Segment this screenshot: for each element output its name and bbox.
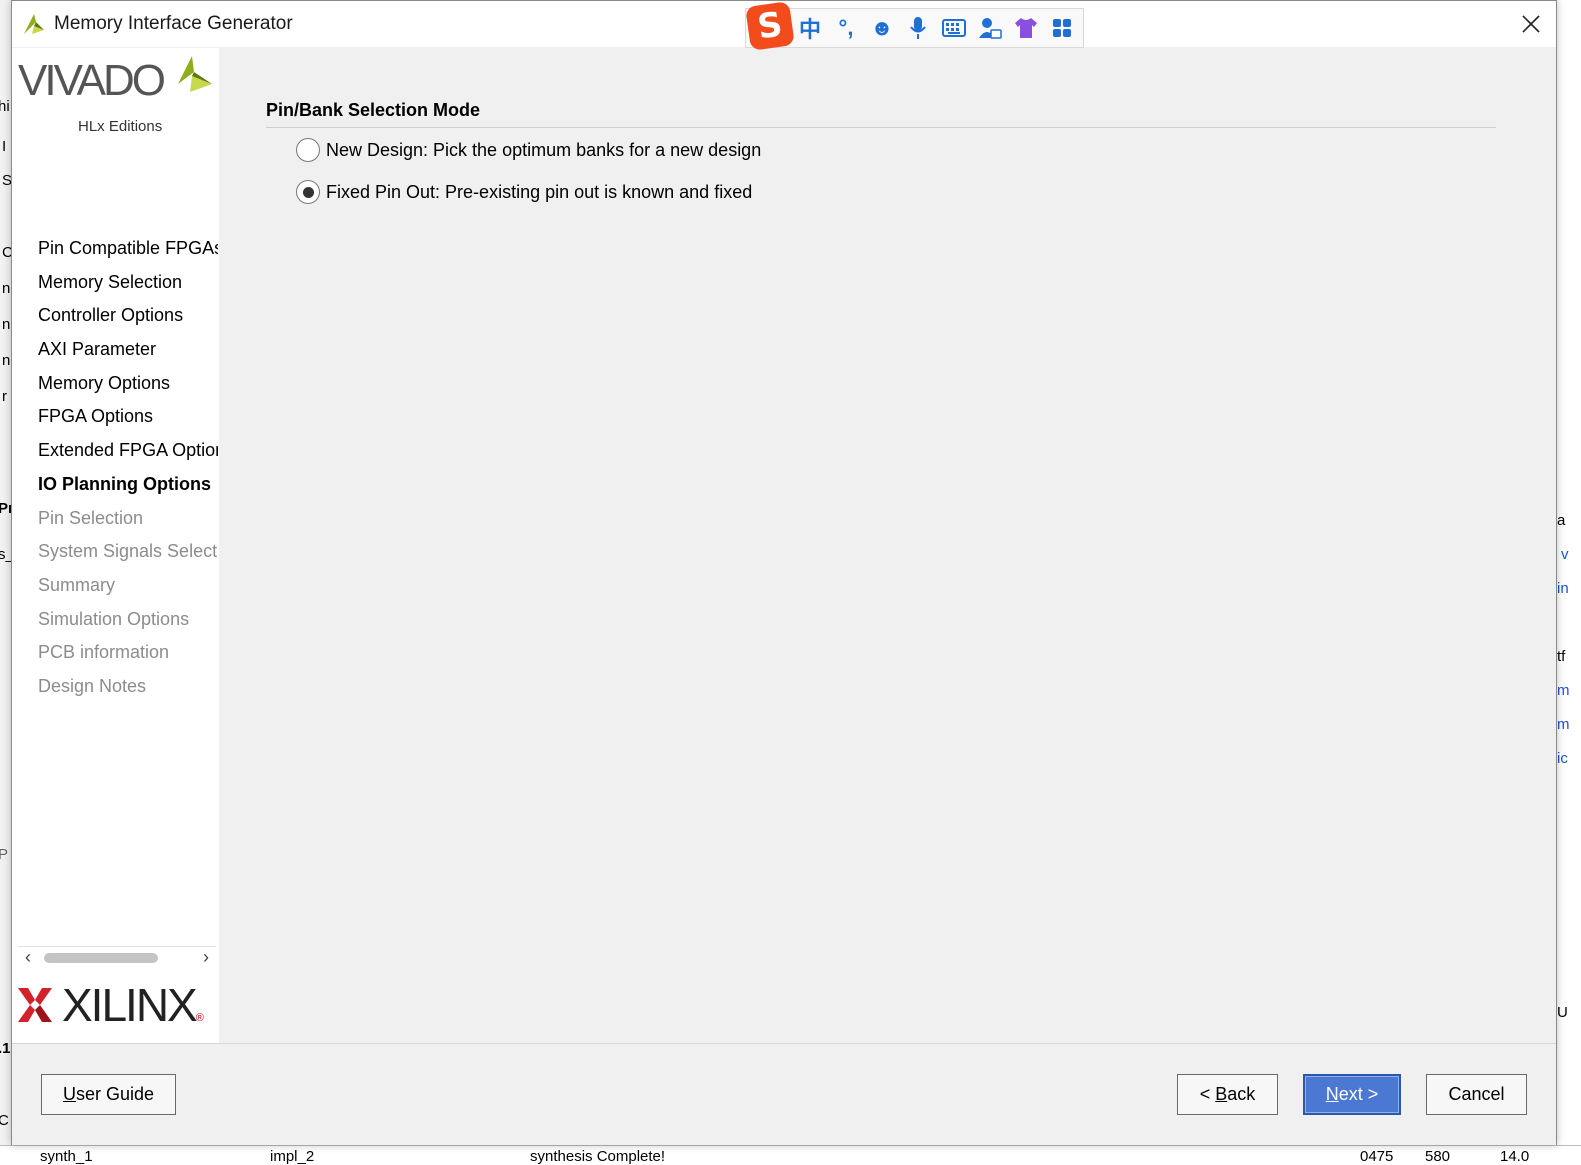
main-content: Pin/Bank Selection Mode New Design: Pick… xyxy=(220,48,1556,1043)
xilinx-mark-icon xyxy=(18,988,52,1022)
keyboard-glyph xyxy=(942,19,966,37)
background-link-fragment: m xyxy=(1557,716,1570,733)
background-text-fragment: U xyxy=(1557,1004,1568,1021)
background-text-fragment: impl_2 xyxy=(270,1148,315,1165)
background-text-fragment: synthesis Complete! xyxy=(530,1148,666,1165)
dialog-footer: User Guide < Back Next > Cancel xyxy=(12,1043,1556,1145)
nav-item[interactable]: Memory Options xyxy=(38,367,218,401)
mnemonic-letter: U xyxy=(62,1084,76,1104)
background-text-fragment: r xyxy=(2,388,7,405)
close-icon xyxy=(1522,15,1540,33)
nav-item[interactable]: AXI Parameter xyxy=(38,333,218,367)
nav-item-disabled: Simulation Options xyxy=(38,608,190,629)
vivado-logo: VIVADO HLx Editions xyxy=(18,56,212,135)
background-text-fragment: I xyxy=(2,138,7,155)
sogou-logo-icon[interactable]: S xyxy=(745,1,795,51)
button-text: ser Guide xyxy=(75,1084,155,1104)
fixed-pin-out-option[interactable]: Fixed Pin Out: Pre-existing pin out is k… xyxy=(296,180,752,204)
nav-item[interactable]: Pin Compatible FPGAs xyxy=(38,232,218,266)
close-button[interactable] xyxy=(1514,7,1548,41)
user-glyph xyxy=(979,18,1002,39)
vivado-edition: HLx Editions xyxy=(78,118,163,135)
button-text: Cancel xyxy=(1448,1084,1505,1104)
background-text-fragment: 0475 xyxy=(1360,1148,1394,1165)
mig-dialog: Memory Interface Generator VIVADO HLx Ed… xyxy=(11,0,1557,1145)
background-text-fragment: tf xyxy=(1557,648,1566,665)
nav-item-current[interactable]: IO Planning Options xyxy=(38,468,218,502)
radio-dot xyxy=(302,186,314,198)
new-design-option[interactable]: New Design: Pick the optimum banks for a… xyxy=(296,138,761,162)
wizard-steps-nav: Pin Compatible FPGAs Memory Selection Co… xyxy=(38,232,218,704)
section-title: Pin/Bank Selection Mode xyxy=(266,100,1496,128)
nav-item-disabled: Pin Selection xyxy=(38,507,144,528)
vivado-wordmark: VIVADO xyxy=(18,56,166,105)
nav-item-disabled: Design Notes xyxy=(38,675,147,696)
sidebar-horizontal-scrollbar[interactable]: ‹ › xyxy=(18,946,216,968)
background-link-fragment: in xyxy=(1557,580,1569,597)
apps-glyph xyxy=(1053,19,1071,37)
radio-button-unselected[interactable] xyxy=(296,138,320,162)
nav-item[interactable]: Controller Options xyxy=(38,299,218,333)
punctuation-icon[interactable]: °, xyxy=(828,10,864,46)
background-text-fragment: a xyxy=(1557,512,1566,529)
background-right-panel: a v in tf m m ic U xyxy=(1557,0,1581,1165)
background-text-fragment: 14.0 xyxy=(1500,1148,1530,1165)
chinese-mode-icon[interactable]: 中 xyxy=(792,10,828,46)
cancel-button[interactable]: Cancel xyxy=(1426,1074,1527,1115)
button-text: ext > xyxy=(1338,1084,1379,1104)
button-text: < xyxy=(1199,1084,1216,1104)
next-button[interactable]: Next > xyxy=(1303,1074,1401,1115)
button-text: ack xyxy=(1227,1084,1256,1104)
nav-item-disabled: Summary xyxy=(38,574,116,595)
background-bottom-strip: synth_1 impl_2 synthesis Complete! 0475 … xyxy=(0,1145,1581,1165)
background-text-fragment: synth_1 xyxy=(40,1148,93,1165)
window-title: Memory Interface Generator xyxy=(54,13,293,34)
mnemonic-letter: N xyxy=(1325,1084,1339,1104)
emoji-icon[interactable]: ☻ xyxy=(864,10,900,46)
ime-toolbar: S 中 °, ☻ xyxy=(745,1,1084,51)
background-text-fragment: n xyxy=(2,352,11,369)
radio-label: New Design: Pick the optimum banks for a… xyxy=(326,139,762,160)
nav-item[interactable]: FPGA Options xyxy=(38,400,218,434)
xilinx-logo: XILINX ® xyxy=(16,978,204,1032)
mnemonic-letter: B xyxy=(1215,1084,1228,1104)
user-icon[interactable] xyxy=(972,10,1008,46)
scroll-left-icon[interactable]: ‹ xyxy=(18,947,38,968)
scrollbar-thumb[interactable] xyxy=(44,952,158,963)
shirt-glyph xyxy=(1015,18,1037,38)
nav-item[interactable]: Extended FPGA Options xyxy=(38,434,218,468)
background-text-fragment: n xyxy=(2,280,11,297)
skin-icon[interactable] xyxy=(1008,10,1044,46)
scroll-right-icon[interactable]: › xyxy=(196,947,216,968)
keyboard-icon[interactable] xyxy=(936,10,972,46)
microphone-icon[interactable] xyxy=(900,10,936,46)
nav-item[interactable]: Memory Selection xyxy=(38,266,218,300)
xilinx-wordmark: XILINX xyxy=(62,979,198,1031)
background-text-fragment: C xyxy=(0,1112,9,1129)
background-text-fragment: n xyxy=(2,316,11,333)
background-link-fragment: v xyxy=(1561,546,1569,563)
apps-icon[interactable] xyxy=(1044,10,1080,46)
microphone-glyph xyxy=(910,17,926,39)
background-text-fragment: 580 xyxy=(1425,1148,1451,1165)
registered-mark: ® xyxy=(195,1012,204,1024)
back-button[interactable]: < Back xyxy=(1177,1074,1278,1115)
user-guide-button[interactable]: User Guide xyxy=(41,1074,176,1115)
radio-label: Fixed Pin Out: Pre-existing pin out is k… xyxy=(326,181,753,202)
background-text-fragment: .1 xyxy=(0,1040,11,1057)
radio-button-selected[interactable] xyxy=(296,180,320,204)
background-text-fragment: hi xyxy=(0,98,10,115)
nav-item-disabled: PCB information xyxy=(38,642,170,663)
background-text-fragment: P xyxy=(0,846,9,863)
vivado-app-icon xyxy=(24,14,44,34)
background-link-fragment: ic xyxy=(1557,750,1568,767)
scrollbar-track[interactable] xyxy=(38,952,196,964)
nav-item-disabled: System Signals Selection xyxy=(38,541,218,562)
sidebar: VIVADO HLx Editions Pin Compatible FPGAs… xyxy=(12,48,219,1043)
vivado-leaf-icon xyxy=(178,56,212,92)
background-link-fragment: m xyxy=(1557,682,1570,699)
